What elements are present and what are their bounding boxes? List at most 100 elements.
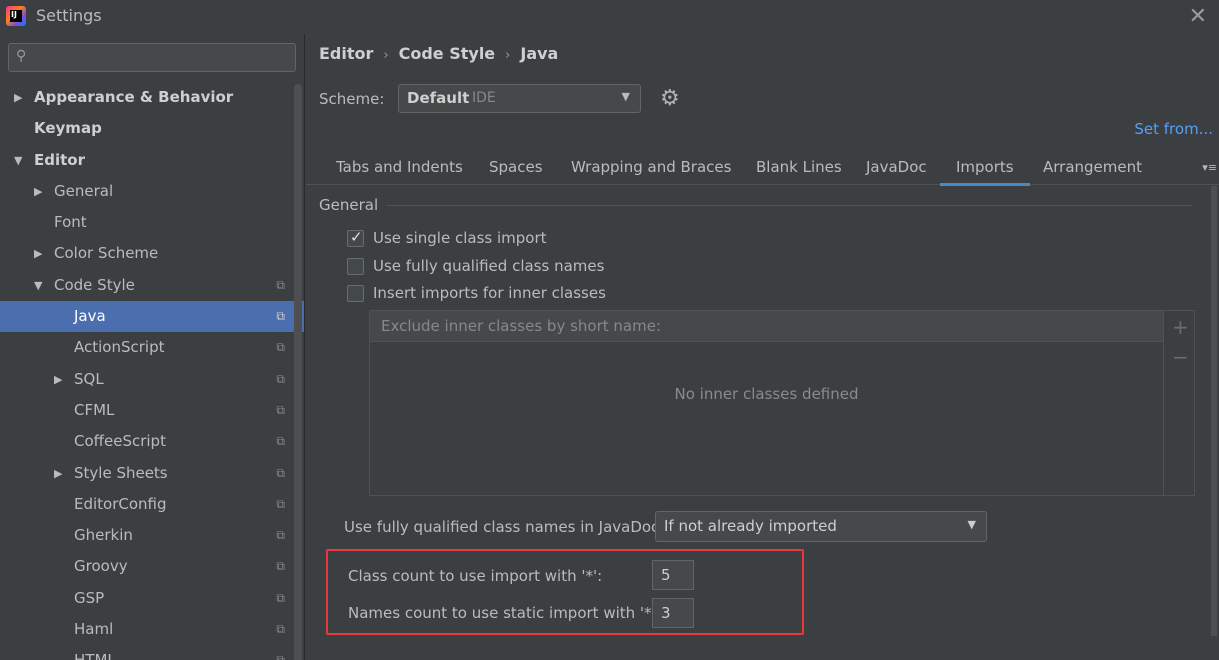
sidebar-item-label: Appearance & Behavior bbox=[34, 88, 234, 106]
names-count-label: Names count to use static import with '*… bbox=[348, 604, 661, 622]
intellij-app-icon: IJ bbox=[6, 6, 26, 26]
breadcrumb: Editor › Code Style › Java bbox=[319, 44, 558, 63]
inner-classes-label: Insert imports for inner classes bbox=[373, 284, 606, 302]
project-scope-icon: ⧉ bbox=[276, 622, 285, 637]
project-scope-icon: ⧉ bbox=[276, 528, 285, 543]
expand-right-icon[interactable]: ▶ bbox=[34, 176, 42, 207]
sidebar-item-cfml[interactable]: CFML ⧉ bbox=[0, 395, 304, 426]
search-icon: ⚲ bbox=[16, 48, 27, 64]
project-scope-icon: ⧉ bbox=[276, 309, 285, 324]
sidebar-item-sql[interactable]: ▶ SQL ⧉ bbox=[0, 364, 304, 395]
expand-right-icon[interactable]: ▶ bbox=[54, 364, 62, 395]
project-scope-icon: ⧉ bbox=[276, 645, 285, 660]
expand-down-icon[interactable]: ▼ bbox=[14, 145, 22, 176]
tab-imports[interactable]: Imports bbox=[940, 158, 1030, 186]
sidebar-item-haml[interactable]: Haml ⧉ bbox=[0, 614, 304, 645]
content-scrollbar[interactable] bbox=[1211, 186, 1217, 636]
sidebar-item-color-scheme[interactable]: ▶ Color Scheme bbox=[0, 238, 304, 269]
sidebar-item-label: Gherkin bbox=[74, 526, 133, 545]
exclude-toolbar: + − bbox=[1163, 311, 1195, 495]
sidebar-item-label: Groovy bbox=[74, 557, 128, 576]
chevron-down-icon: ▼ bbox=[621, 90, 630, 103]
remove-icon[interactable]: − bbox=[1172, 345, 1189, 369]
sidebar-item-appearance-behavior[interactable]: ▶ Appearance & Behavior bbox=[0, 82, 304, 113]
general-section-title: General bbox=[319, 196, 379, 214]
javadoc-dropdown[interactable]: If not already imported ▼ bbox=[655, 511, 987, 542]
project-scope-icon: ⧉ bbox=[276, 277, 285, 292]
breadcrumb-java: Java bbox=[520, 44, 559, 63]
class-count-input[interactable] bbox=[652, 560, 694, 590]
sidebar-item-style-sheets[interactable]: ▶ Style Sheets ⧉ bbox=[0, 458, 304, 489]
single-class-import-checkbox[interactable] bbox=[347, 228, 364, 247]
sidebar-item-general[interactable]: ▶ General bbox=[0, 176, 304, 207]
sidebar-scrollbar[interactable] bbox=[294, 84, 302, 660]
expand-right-icon[interactable]: ▶ bbox=[54, 458, 62, 489]
sidebar-item-gsp[interactable]: GSP ⧉ bbox=[0, 583, 304, 614]
scheme-dropdown[interactable]: Default IDE ▼ bbox=[398, 84, 641, 113]
sidebar-item-html[interactable]: HTML ⧉ bbox=[0, 645, 304, 660]
tabs-overflow-icon[interactable]: ▾≡ bbox=[1202, 161, 1217, 174]
fully-qualified-label: Use fully qualified class names bbox=[373, 257, 605, 275]
sidebar-item-label: GSP bbox=[74, 588, 105, 607]
close-icon[interactable]: ✕ bbox=[1189, 4, 1207, 29]
expand-right-icon[interactable]: ▶ bbox=[14, 82, 22, 113]
sidebar-item-label: CFML bbox=[74, 400, 115, 419]
project-scope-icon: ⧉ bbox=[276, 559, 285, 574]
breadcrumb-separator: › bbox=[383, 48, 389, 63]
add-icon[interactable]: + bbox=[1172, 315, 1189, 339]
settings-tree: ▶ Appearance & Behavior Keymap ▼ Editor ▶ Gene… bbox=[0, 82, 304, 660]
search-input[interactable] bbox=[37, 47, 287, 67]
project-scope-icon: ⧉ bbox=[276, 434, 285, 449]
sidebar-item-label: General bbox=[54, 181, 114, 200]
sidebar-item-label: Code Style bbox=[54, 275, 135, 294]
tab-spaces[interactable]: Spaces bbox=[489, 158, 543, 176]
sidebar-item-java[interactable]: Java ⧉ bbox=[0, 301, 304, 333]
project-scope-icon: ⧉ bbox=[276, 340, 285, 355]
single-class-import-option[interactable]: Use single class import bbox=[347, 228, 547, 248]
sidebar-item-keymap[interactable]: Keymap bbox=[0, 113, 304, 144]
exclude-inner-classes-table: Exclude inner classes by short name: No … bbox=[369, 310, 1195, 496]
expand-right-icon[interactable]: ▶ bbox=[34, 238, 42, 269]
sidebar-item-label: EditorConfig bbox=[74, 494, 167, 513]
highlight-annotation-box bbox=[326, 549, 804, 635]
sidebar-item-code-style[interactable]: ▼ Code Style ⧉ bbox=[0, 270, 304, 301]
javadoc-value: If not already imported bbox=[664, 517, 837, 535]
tab-wrapping-and-braces[interactable]: Wrapping and Braces bbox=[571, 158, 731, 176]
project-scope-icon: ⧉ bbox=[276, 496, 285, 511]
settings-sidebar: ⚲ ▶ Appearance & Behavior Keymap ▼ Editor ▶ Ge… bbox=[0, 34, 305, 660]
sidebar-item-label: Java bbox=[74, 307, 106, 326]
gear-icon[interactable]: ⚙ bbox=[660, 86, 680, 111]
code-style-tabs: ▾≡ Tabs and Indents Spaces Wrapping and Br… bbox=[306, 152, 1219, 186]
set-from-link[interactable]: Set from... bbox=[1134, 120, 1213, 138]
sidebar-item-label: Haml bbox=[74, 620, 114, 639]
sidebar-item-label: ActionScript bbox=[74, 338, 165, 357]
names-count-input[interactable] bbox=[652, 598, 694, 628]
fully-qualified-option[interactable]: Use fully qualified class names bbox=[347, 256, 604, 276]
title-bar: IJ Settings ✕ bbox=[0, 0, 1219, 34]
inner-classes-option[interactable]: Insert imports for inner classes bbox=[347, 283, 606, 303]
sidebar-item-label: CoffeeScript bbox=[74, 432, 166, 451]
sidebar-item-groovy[interactable]: Groovy ⧉ bbox=[0, 551, 304, 582]
sidebar-item-editor[interactable]: ▼ Editor bbox=[0, 145, 304, 176]
tab-javadoc[interactable]: JavaDoc bbox=[866, 158, 927, 176]
sidebar-item-actionscript[interactable]: ActionScript ⧉ bbox=[0, 332, 304, 363]
sidebar-item-coffeescript[interactable]: CoffeeScript ⧉ bbox=[0, 426, 304, 457]
settings-search-box[interactable]: ⚲ bbox=[8, 43, 296, 72]
sidebar-item-label: Font bbox=[54, 213, 87, 232]
sidebar-item-gherkin[interactable]: Gherkin ⧉ bbox=[0, 520, 304, 551]
tab-tabs-and-indents[interactable]: Tabs and Indents bbox=[336, 158, 463, 176]
scheme-label: Scheme: bbox=[319, 90, 385, 108]
sidebar-item-label: Keymap bbox=[34, 119, 102, 138]
sidebar-item-font[interactable]: Font bbox=[0, 207, 304, 238]
fully-qualified-checkbox[interactable] bbox=[347, 257, 364, 275]
sidebar-item-editorconfig[interactable]: EditorConfig ⧉ bbox=[0, 489, 304, 520]
tab-arrangement[interactable]: Arrangement bbox=[1043, 158, 1142, 176]
breadcrumb-editor: Editor bbox=[319, 44, 374, 63]
imports-content: General Use single class import Use full… bbox=[306, 186, 1217, 660]
tab-blank-lines[interactable]: Blank Lines bbox=[756, 158, 842, 176]
sidebar-item-label: SQL bbox=[74, 369, 104, 388]
expand-down-icon[interactable]: ▼ bbox=[34, 270, 42, 301]
project-scope-icon: ⧉ bbox=[276, 590, 285, 605]
exclude-empty-text: No inner classes defined bbox=[674, 385, 859, 403]
inner-classes-checkbox[interactable] bbox=[347, 284, 364, 302]
